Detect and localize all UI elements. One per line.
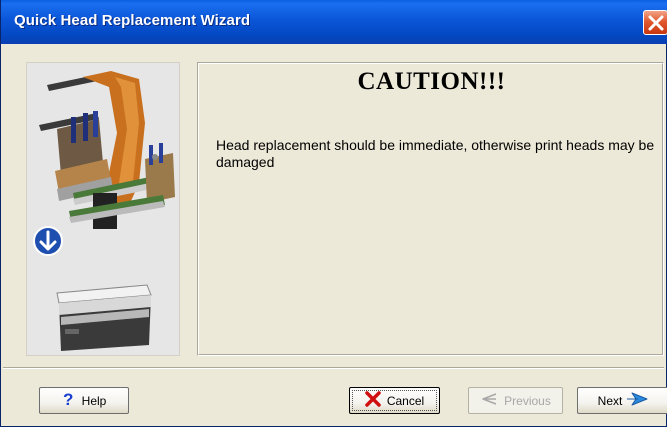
red-x-icon [365, 391, 381, 410]
previous-button[interactable]: Previous [468, 387, 563, 414]
caution-message: Head replacement should be immediate, ot… [216, 137, 655, 170]
caution-heading: CAUTION!!! [357, 68, 506, 95]
separator-line [3, 367, 664, 369]
help-question-icon: ? [62, 390, 76, 410]
print-head-illustration [33, 71, 175, 351]
illustration-panel [26, 62, 180, 356]
close-button[interactable] [643, 10, 667, 35]
back-arrow-icon [480, 392, 498, 409]
close-icon [648, 15, 664, 31]
forward-arrow-icon [626, 392, 648, 409]
svg-text:?: ? [63, 391, 73, 407]
content-panel: CAUTION!!! Head replacement should be im… [197, 62, 664, 356]
next-button[interactable]: Next [577, 387, 667, 414]
help-button-label: Help [81, 393, 107, 408]
cancel-button[interactable]: Cancel [349, 387, 440, 414]
wizard-window: Quick Head Replacement Wizard CAUTION!!!… [0, 0, 667, 427]
next-button-label: Next [597, 393, 623, 408]
cancel-button-label: Cancel [386, 393, 425, 408]
help-button[interactable]: ? Help [39, 387, 129, 414]
previous-button-label: Previous [504, 393, 551, 408]
window-title: Quick Head Replacement Wizard [14, 12, 251, 29]
title-bar[interactable]: Quick Head Replacement Wizard [1, 0, 667, 44]
